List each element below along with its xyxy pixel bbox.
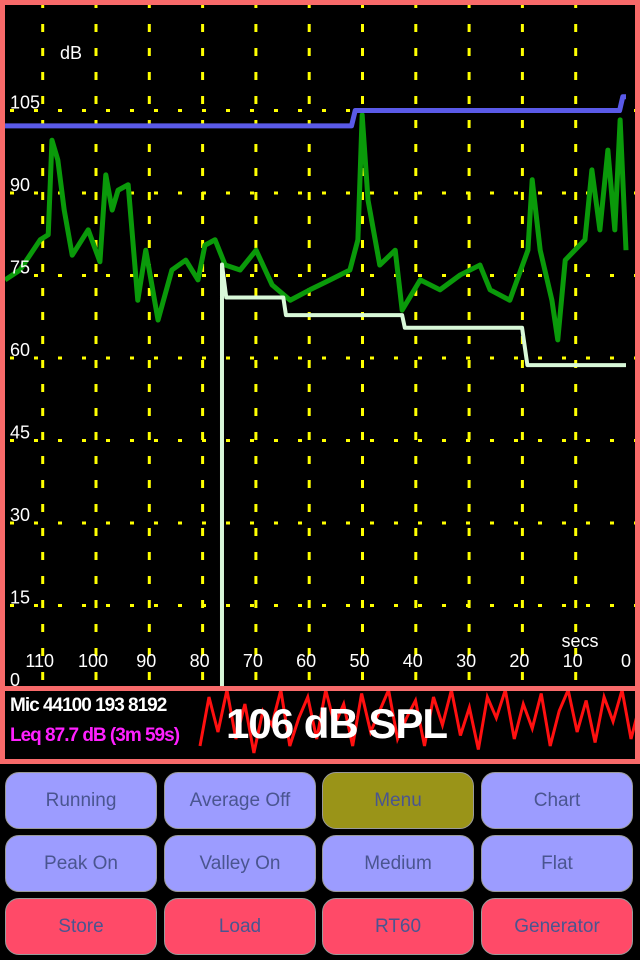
x-tick-label: 70 bbox=[243, 651, 263, 671]
x-tick-label: 10 bbox=[563, 651, 583, 671]
y-tick-label: 105 bbox=[10, 93, 40, 113]
y-tick-label: 15 bbox=[10, 588, 30, 608]
flat-button[interactable]: Flat bbox=[481, 835, 633, 892]
menu-button[interactable]: Menu bbox=[322, 772, 474, 829]
spl-history-chart: 105 90 75 60 45 30 15 0 110 100 90 80 70 60 50 40 30 20 10… bbox=[0, 0, 640, 690]
y-tick-label: 90 bbox=[10, 175, 30, 195]
chart-button[interactable]: Chart bbox=[481, 772, 633, 829]
x-tick-label: 110 bbox=[25, 651, 54, 671]
x-axis-label: secs bbox=[561, 631, 598, 651]
y-tick-label: 60 bbox=[10, 340, 30, 360]
store-button[interactable]: Store bbox=[5, 898, 157, 955]
peak-on-button[interactable]: Peak On bbox=[5, 835, 157, 892]
x-tick-label: 20 bbox=[509, 651, 529, 671]
y-tick-label: 30 bbox=[10, 505, 30, 525]
x-tick-label: 60 bbox=[296, 651, 316, 671]
spl-readout: 106 dB SPL bbox=[226, 700, 448, 747]
x-tick-label: 90 bbox=[136, 651, 156, 671]
x-tick-label: 40 bbox=[403, 651, 423, 671]
x-tick-label: 80 bbox=[190, 651, 210, 671]
x-tick-label: 0 bbox=[621, 651, 631, 671]
leq-readout: Leq 87.7 dB (3m 59s) bbox=[10, 725, 180, 746]
y-axis-label: dB bbox=[60, 43, 82, 63]
running-button[interactable]: Running bbox=[5, 772, 157, 829]
medium-button[interactable]: Medium bbox=[322, 835, 474, 892]
y-tick-label: 75 bbox=[10, 258, 30, 278]
generator-button[interactable]: Generator bbox=[481, 898, 633, 955]
mic-info: Mic 44100 193 8192 bbox=[10, 695, 167, 716]
x-tick-label: 30 bbox=[456, 651, 476, 671]
load-button[interactable]: Load bbox=[164, 898, 316, 955]
x-tick-label: 50 bbox=[349, 651, 369, 671]
average-off-button[interactable]: Average Off bbox=[164, 772, 316, 829]
rt60-button[interactable]: RT60 bbox=[322, 898, 474, 955]
y-tick-label: 45 bbox=[10, 423, 30, 443]
x-tick-label: 100 bbox=[78, 651, 108, 671]
valley-on-button[interactable]: Valley On bbox=[164, 835, 316, 892]
